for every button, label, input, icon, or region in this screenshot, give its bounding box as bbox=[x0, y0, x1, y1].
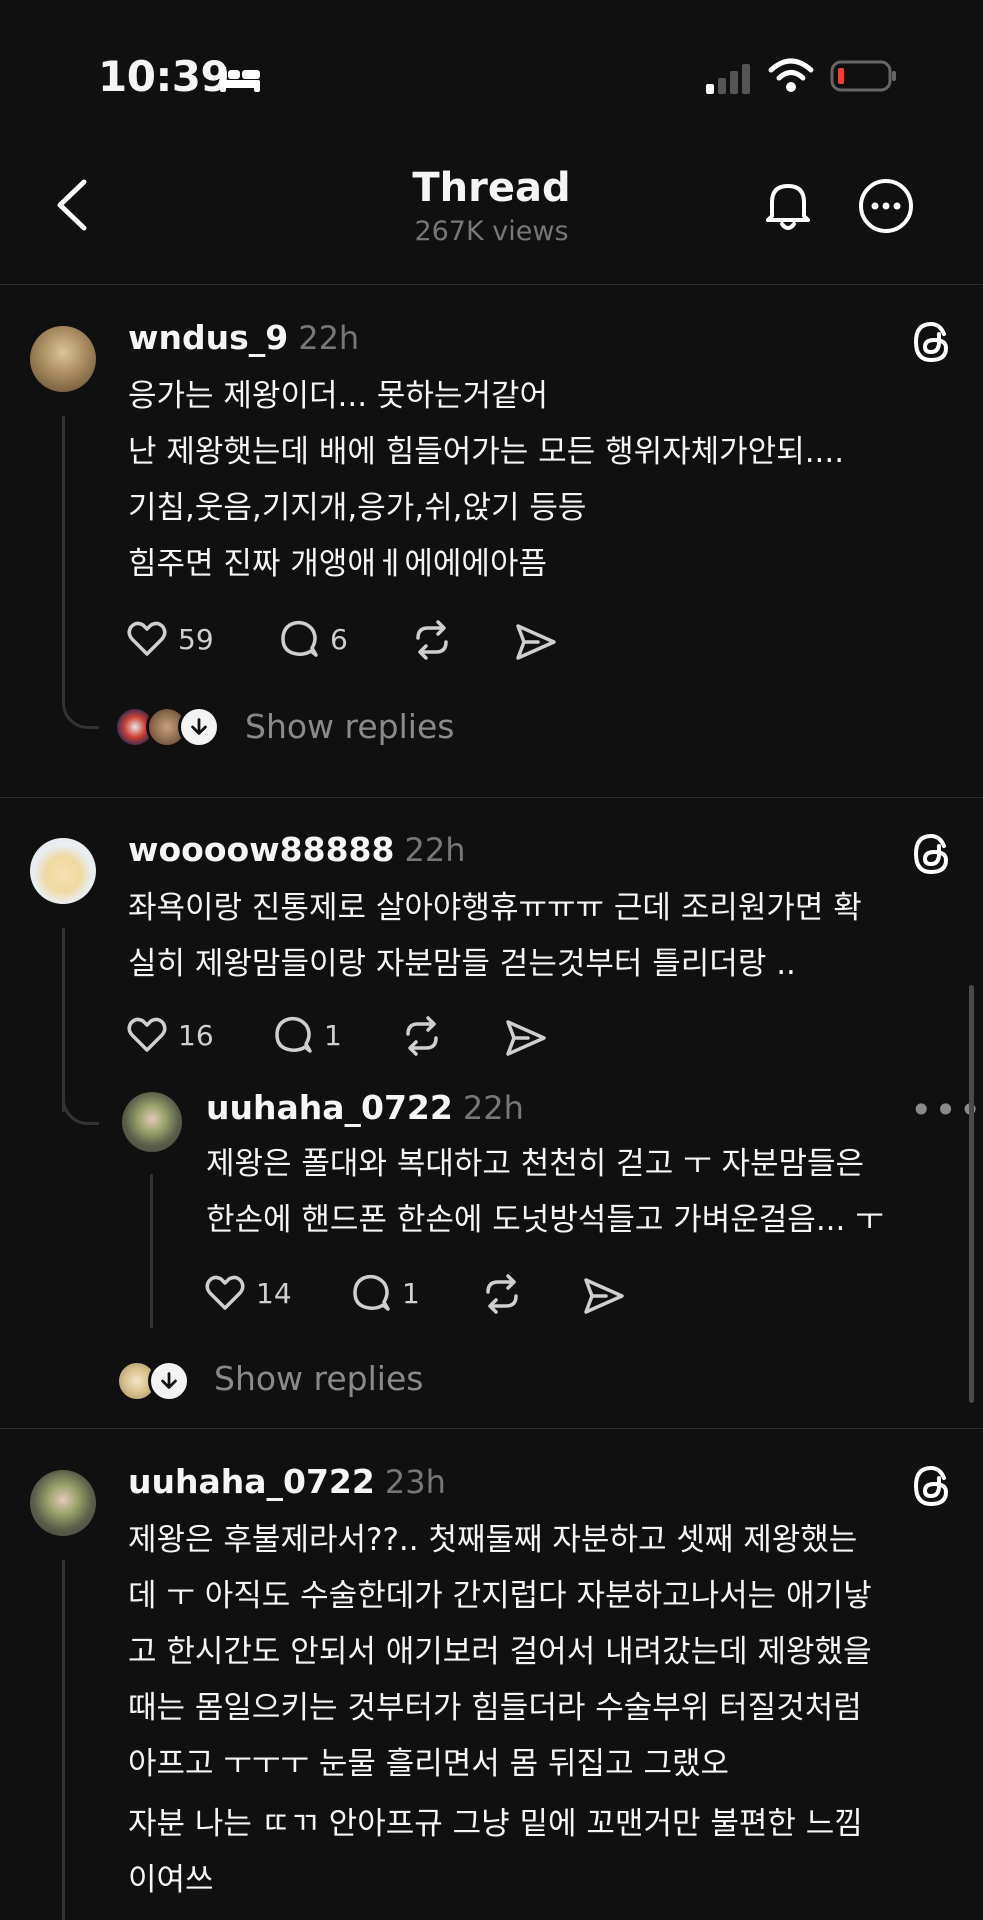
thread-line bbox=[62, 1560, 65, 1920]
reply-button[interactable]: 1 bbox=[272, 1014, 342, 1056]
avatar[interactable] bbox=[122, 1092, 182, 1152]
post-text: 제왕은 폴대와 복대하고 천천히 걷고 ㅜ 자분맘들은 한손에 핸드폰 한손에 … bbox=[206, 1146, 884, 1238]
like-button[interactable]: 59 bbox=[126, 618, 214, 660]
expand-replies-icon[interactable] bbox=[148, 1360, 190, 1402]
post-age: 22h bbox=[298, 319, 360, 357]
header-divider bbox=[0, 284, 983, 285]
post-text: 좌욕이랑 진통제로 살아야행휴ㅠㅠㅠ 근데 조리원가면 확 실히 제왕맘들이랑 … bbox=[128, 890, 862, 982]
username[interactable]: uuhaha_0722 23h bbox=[128, 1462, 446, 1501]
post-divider bbox=[0, 797, 983, 798]
threads-logo-icon bbox=[913, 321, 949, 363]
share-icon[interactable] bbox=[582, 1274, 626, 1318]
username-text[interactable]: wndus_9 bbox=[128, 318, 288, 357]
threads-logo-icon bbox=[913, 833, 949, 875]
heart-icon bbox=[127, 1017, 167, 1052]
share-icon[interactable] bbox=[504, 1016, 548, 1060]
username[interactable]: uuhaha_0722 22h bbox=[206, 1088, 524, 1127]
battery-low-icon bbox=[830, 60, 896, 92]
username[interactable]: woooow88888 22h bbox=[128, 830, 465, 869]
repost-icon[interactable] bbox=[410, 618, 454, 662]
username[interactable]: wndus_9 22h bbox=[128, 318, 359, 357]
repost-icon[interactable] bbox=[480, 1272, 524, 1316]
post-divider bbox=[0, 1428, 983, 1429]
arrow-down-icon bbox=[191, 718, 207, 735]
cellular-signal-icon bbox=[706, 64, 750, 94]
sleep-focus-icon bbox=[220, 66, 260, 92]
wifi-icon bbox=[768, 58, 814, 92]
thread-line bbox=[150, 1174, 153, 1328]
heart-icon bbox=[127, 621, 167, 656]
scrollbar[interactable] bbox=[969, 985, 974, 1403]
reply-button[interactable]: 6 bbox=[278, 618, 348, 660]
thread-line-curve bbox=[62, 1090, 99, 1125]
reply-button[interactable]: 1 bbox=[350, 1272, 420, 1314]
like-count: 14 bbox=[256, 1276, 292, 1310]
thread-line bbox=[62, 928, 65, 1112]
repost-icon[interactable] bbox=[400, 1014, 444, 1058]
status-time: 10:39 bbox=[98, 52, 230, 101]
post-age: 22h bbox=[462, 1089, 524, 1127]
username-text[interactable]: uuhaha_0722 bbox=[128, 1462, 375, 1501]
page-title: Thread bbox=[412, 165, 571, 211]
heart-icon bbox=[205, 1275, 245, 1310]
expand-replies-icon[interactable] bbox=[178, 706, 220, 748]
thread-line-curve bbox=[62, 690, 99, 729]
post-text-continued: 자분 나는 ㄸㄲ 안아프규 그냥 밑에 꼬맨거만 불편한 느낌 이여쓰 bbox=[128, 1806, 863, 1898]
show-replies-link[interactable]: Show replies bbox=[214, 1359, 423, 1398]
reply-count: 1 bbox=[402, 1276, 420, 1310]
more-options-icon[interactable] bbox=[856, 176, 916, 236]
show-replies-link[interactable]: Show replies bbox=[245, 707, 454, 746]
like-count: 16 bbox=[178, 1018, 214, 1052]
post-text: 제왕은 후불제라서??.. 첫째둘째 자분하고 셋째 제왕했는 데 ㅜ 아직도 … bbox=[128, 1522, 872, 1782]
comment-icon bbox=[275, 1016, 312, 1053]
avatar[interactable] bbox=[30, 1470, 96, 1536]
avatar[interactable] bbox=[30, 326, 96, 392]
view-count: 267K views bbox=[414, 216, 569, 247]
threads-logo-icon bbox=[913, 1465, 949, 1507]
username-text[interactable]: woooow88888 bbox=[128, 830, 394, 869]
comment-icon bbox=[353, 1274, 390, 1311]
comment-icon bbox=[281, 620, 318, 657]
like-button[interactable]: 14 bbox=[204, 1272, 292, 1314]
like-count: 59 bbox=[178, 622, 214, 656]
share-icon[interactable] bbox=[514, 620, 558, 664]
notification-bell-icon[interactable] bbox=[758, 176, 818, 236]
arrow-down-icon bbox=[161, 1372, 177, 1389]
thread-line bbox=[62, 416, 65, 706]
post-age: 22h bbox=[404, 831, 466, 869]
post-age: 23h bbox=[384, 1463, 446, 1501]
like-button[interactable]: 16 bbox=[126, 1014, 214, 1056]
avatar[interactable] bbox=[30, 838, 96, 904]
reply-count: 1 bbox=[324, 1018, 342, 1052]
post-text: 응가는 제왕이더... 못하는거같어 난 제왕햇는데 배에 힘들어가는 모든 행… bbox=[128, 378, 845, 582]
reply-count: 6 bbox=[330, 622, 348, 656]
username-text[interactable]: uuhaha_0722 bbox=[206, 1088, 453, 1127]
